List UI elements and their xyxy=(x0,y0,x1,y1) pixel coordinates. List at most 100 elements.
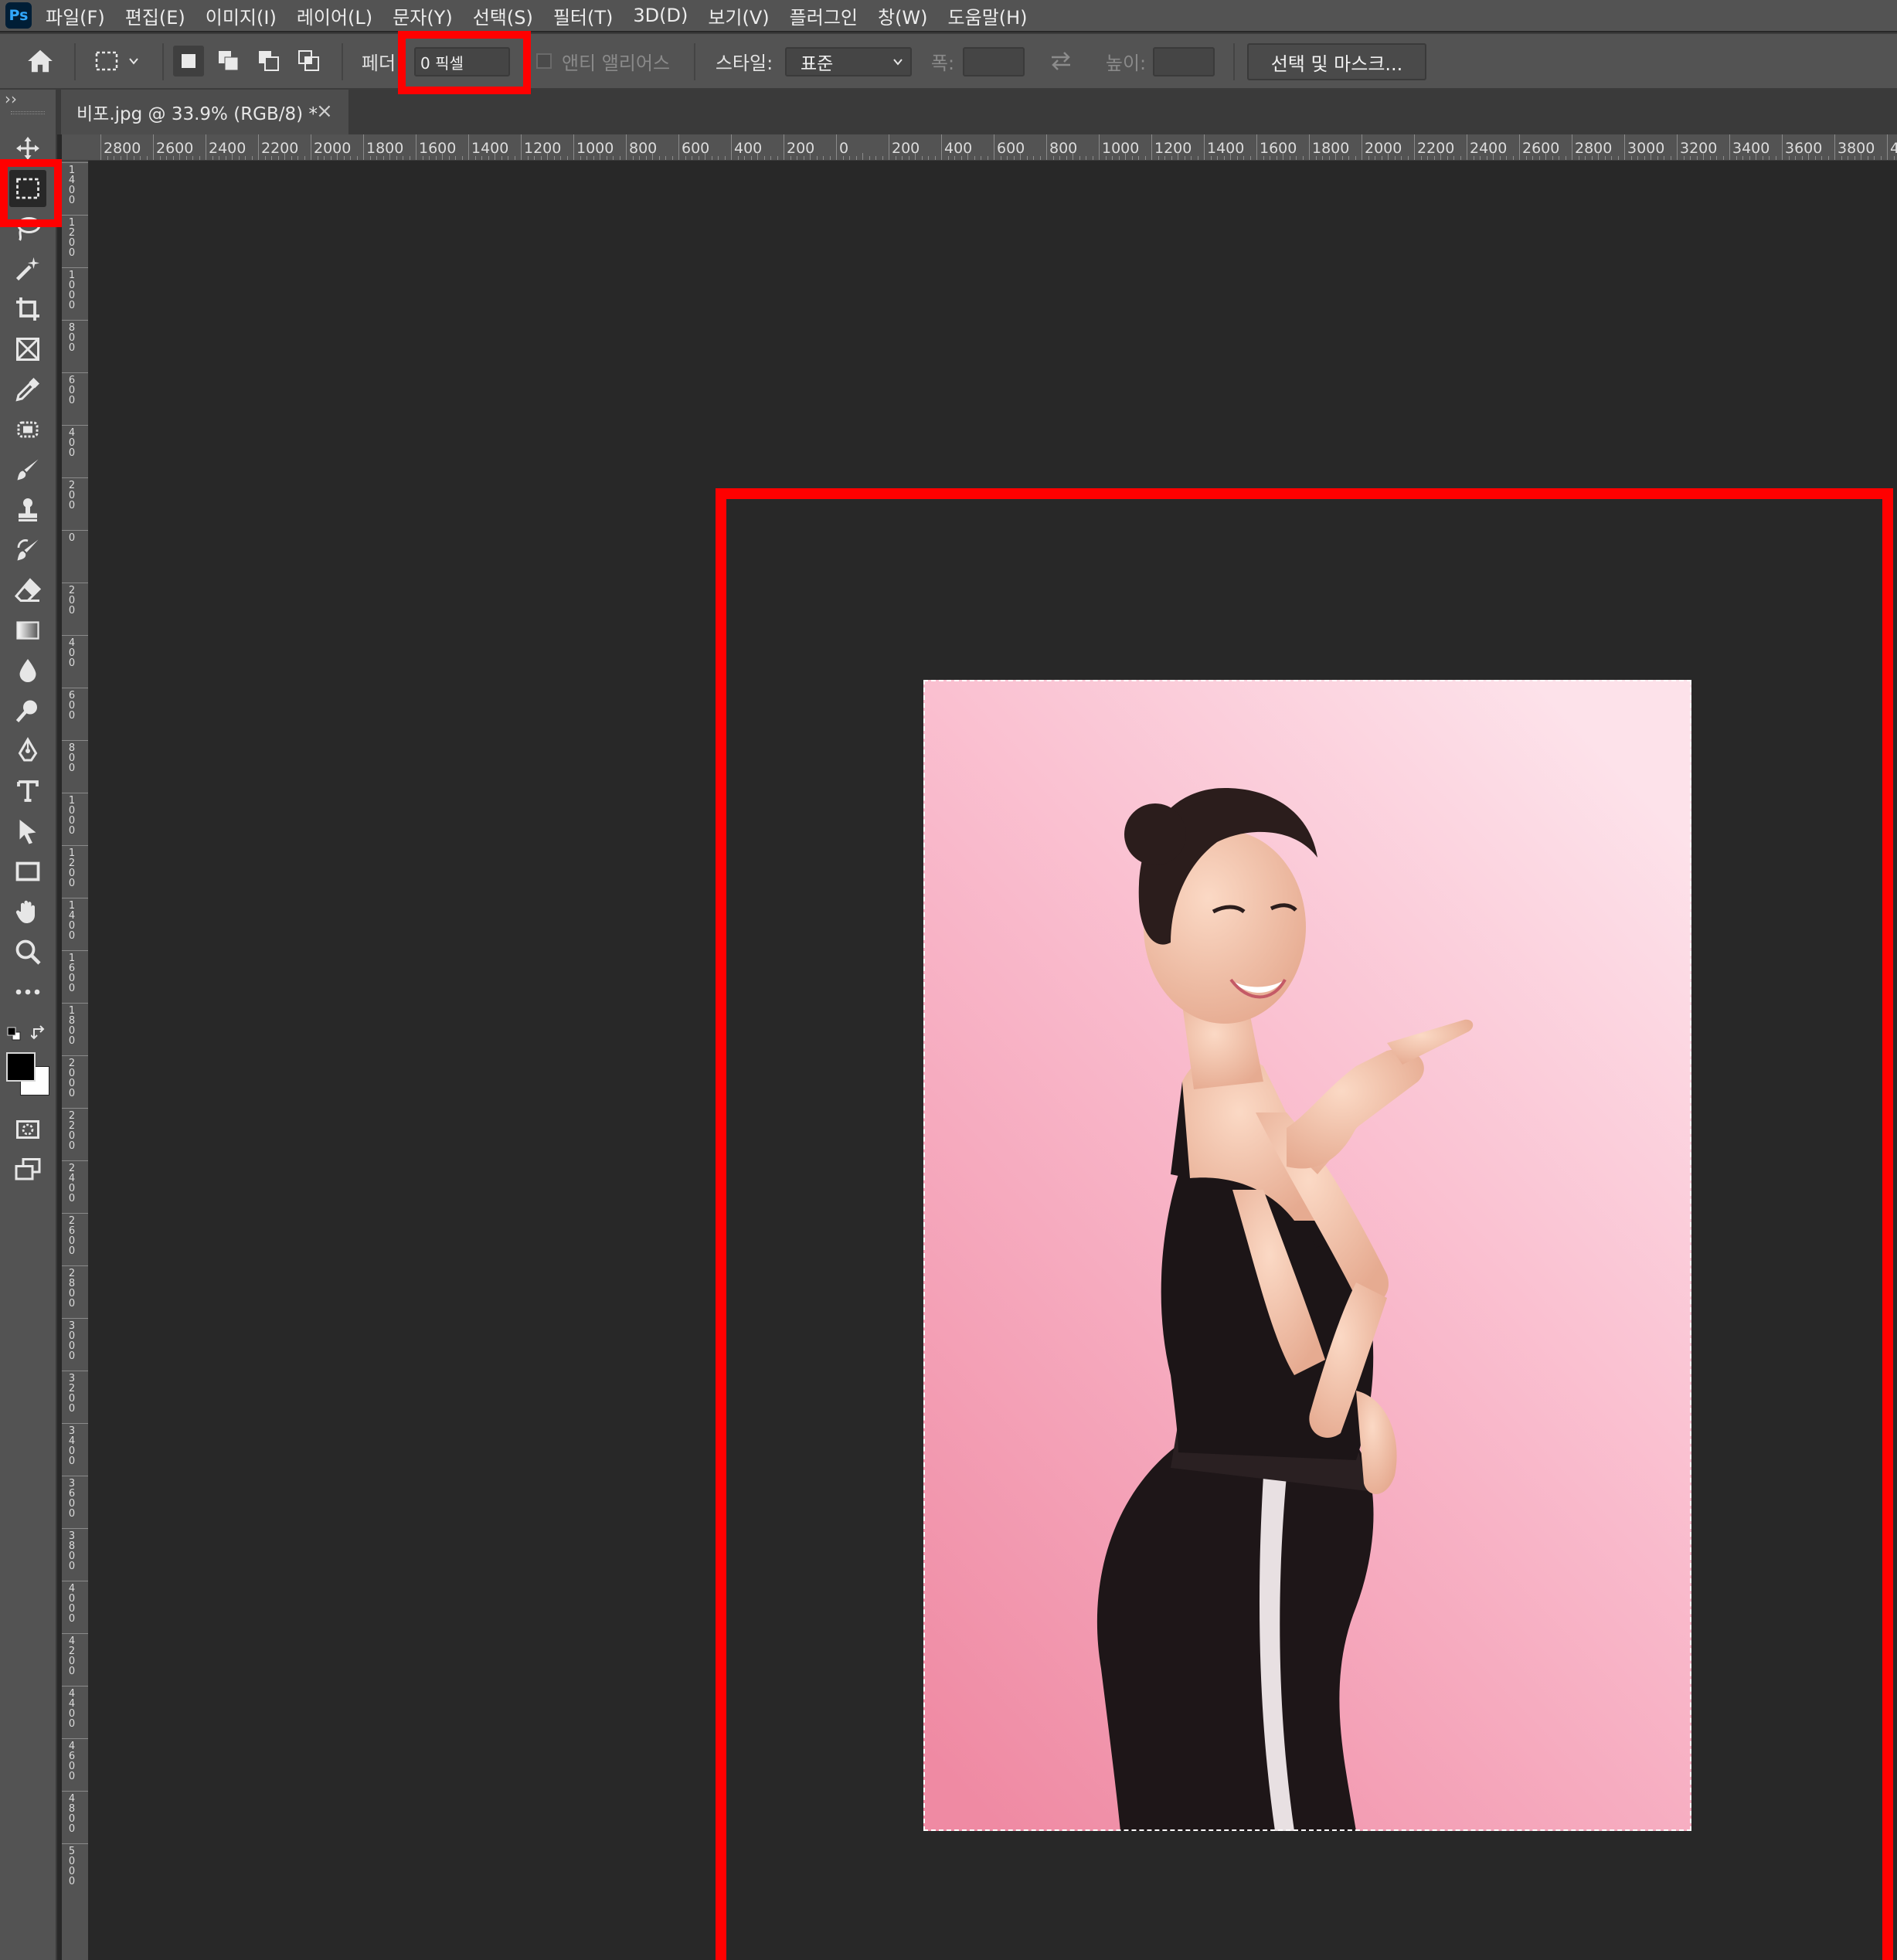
feather-label-wrap: 페더 xyxy=(357,34,400,88)
ruler-label: 2400 xyxy=(68,1163,76,1204)
ruler-label: 1200 xyxy=(68,848,76,889)
menu-3d[interactable]: 3D(D) xyxy=(633,5,688,26)
default-colors-button[interactable] xyxy=(6,1026,22,1041)
ruler-tick xyxy=(1256,134,1257,160)
ruler-label: 1200 xyxy=(1154,140,1192,157)
ruler-tick xyxy=(62,1265,88,1266)
ruler-label: 2400 xyxy=(209,140,246,157)
ruler-tick xyxy=(62,477,88,478)
eyedropper-tool[interactable] xyxy=(9,371,46,408)
eraser-tool[interactable] xyxy=(9,572,46,609)
ruler-label: 3000 xyxy=(68,1320,76,1362)
ruler-tick xyxy=(1099,134,1100,160)
canvas-area[interactable] xyxy=(88,161,1897,1960)
ruler-tick xyxy=(62,162,88,163)
marquee-preset-icon xyxy=(95,51,118,71)
ruler-minor-tick xyxy=(1808,153,1809,160)
vertical-ruler[interactable]: 1400 1200 1000 800 600 400 200 0 200 400 600 800 100… xyxy=(62,161,88,1960)
menu-edit[interactable]: 편집(E) xyxy=(125,2,185,29)
select-and-mask-label: 선택 및 마스크... xyxy=(1270,53,1403,75)
horizontal-ruler[interactable]: 2800 2600 2400 2200 2000 1800 1600 1400 1200 1000… xyxy=(62,134,1897,161)
ruler-minor-tick xyxy=(179,153,180,160)
menu-window[interactable]: 창(W) xyxy=(878,2,928,29)
quick-mask-button[interactable] xyxy=(9,1111,46,1148)
crop-tool[interactable] xyxy=(9,290,46,328)
history-brush-tool[interactable] xyxy=(9,532,46,569)
ruler-tick xyxy=(62,1318,88,1319)
ruler-tick xyxy=(62,215,88,216)
ruler-minor-tick xyxy=(389,153,390,160)
home-button[interactable] xyxy=(19,34,62,88)
ruler-label: 1400 xyxy=(68,900,76,942)
panel-grip[interactable] xyxy=(11,111,45,114)
menu-select[interactable]: 선택(S) xyxy=(473,2,533,29)
menu-type[interactable]: 문자(Y) xyxy=(393,2,453,29)
magic-wand-tool[interactable] xyxy=(9,250,46,287)
ruler-tick xyxy=(62,1055,88,1056)
default-colors-icon xyxy=(7,1027,21,1041)
menu-image[interactable]: 이미지(I) xyxy=(206,2,277,29)
antialias-label: 앤티 앨리어스 xyxy=(561,52,671,74)
tool-preset-picker[interactable] xyxy=(87,34,148,88)
frame-tool[interactable] xyxy=(9,331,46,368)
new-selection-button[interactable] xyxy=(172,34,206,88)
ruler-label: 5000 xyxy=(68,1846,76,1887)
ruler-minor-tick xyxy=(652,153,653,160)
ruler-label: 200 xyxy=(68,480,76,511)
new-selection-icon xyxy=(182,54,195,68)
ruler-minor-tick xyxy=(1598,153,1599,160)
document-tab[interactable]: 비포.jpg @ 33.9% (RGB/8) * × xyxy=(61,90,348,134)
add-to-selection-button[interactable] xyxy=(212,34,246,88)
ruler-tick xyxy=(1151,134,1152,160)
menu-view[interactable]: 보기(V) xyxy=(708,2,769,29)
edit-toolbar-button[interactable] xyxy=(9,973,46,1011)
ruler-tick xyxy=(62,1003,88,1004)
photoshop-logo[interactable]: Ps xyxy=(5,2,32,29)
menu-help[interactable]: 도움말(H) xyxy=(948,2,1028,29)
pen-tool[interactable] xyxy=(9,732,46,769)
ruler-tick xyxy=(62,1633,88,1634)
intersect-selection-button[interactable] xyxy=(292,34,326,88)
ruler-tick xyxy=(1414,134,1415,160)
swap-width-height-button[interactable] xyxy=(1043,34,1079,88)
ruler-tick xyxy=(62,530,88,531)
select-and-mask-button[interactable]: 선택 및 마스크... xyxy=(1247,43,1426,80)
ruler-label: 1600 xyxy=(1260,140,1297,157)
gradient-tool[interactable] xyxy=(9,612,46,649)
menu-plugins[interactable]: 플러그인 xyxy=(790,2,858,29)
ruler-label: 3600 xyxy=(68,1478,76,1520)
ruler-tick xyxy=(626,134,627,160)
close-tab-icon[interactable]: × xyxy=(316,100,333,123)
swap-colors-button[interactable] xyxy=(30,1024,48,1041)
ruler-tick xyxy=(1046,134,1047,160)
width-input[interactable] xyxy=(963,47,1025,76)
foreground-color-swatch[interactable] xyxy=(6,1052,36,1082)
menu-layer[interactable]: 레이어(L) xyxy=(297,2,372,29)
collapse-panel-icon[interactable]: ›› xyxy=(5,90,17,108)
dodge-tool[interactable] xyxy=(9,692,46,729)
height-input[interactable] xyxy=(1153,47,1215,76)
screen-mode-button[interactable] xyxy=(9,1151,46,1188)
hand-tool[interactable] xyxy=(9,893,46,930)
height-label: 높이: xyxy=(1105,52,1147,74)
document-tab-title: 비포.jpg @ 33.9% (RGB/8) * xyxy=(76,104,318,124)
ruler-tick xyxy=(941,134,942,160)
zoom-tool[interactable] xyxy=(9,933,46,970)
ruler-label: 3600 xyxy=(1785,140,1823,157)
spot-healing-tool[interactable] xyxy=(9,411,46,448)
menu-file[interactable]: 파일(F) xyxy=(46,2,105,29)
ruler-minor-tick xyxy=(1703,153,1704,160)
ruler-label: 1400 xyxy=(471,140,509,157)
subtract-from-selection-button[interactable] xyxy=(252,34,286,88)
blur-tool[interactable] xyxy=(9,652,46,689)
clone-stamp-icon xyxy=(19,498,37,521)
brush-tool[interactable] xyxy=(9,451,46,488)
menu-filter[interactable]: 필터(T) xyxy=(553,2,614,29)
rectangle-shape-tool[interactable] xyxy=(9,853,46,890)
ruler-tick xyxy=(62,372,88,373)
type-tool[interactable] xyxy=(9,773,46,810)
clone-stamp-tool[interactable] xyxy=(9,491,46,528)
chevron-down-icon xyxy=(893,59,903,66)
path-selection-tool[interactable] xyxy=(9,813,46,850)
style-select[interactable]: 표준 xyxy=(785,47,912,76)
